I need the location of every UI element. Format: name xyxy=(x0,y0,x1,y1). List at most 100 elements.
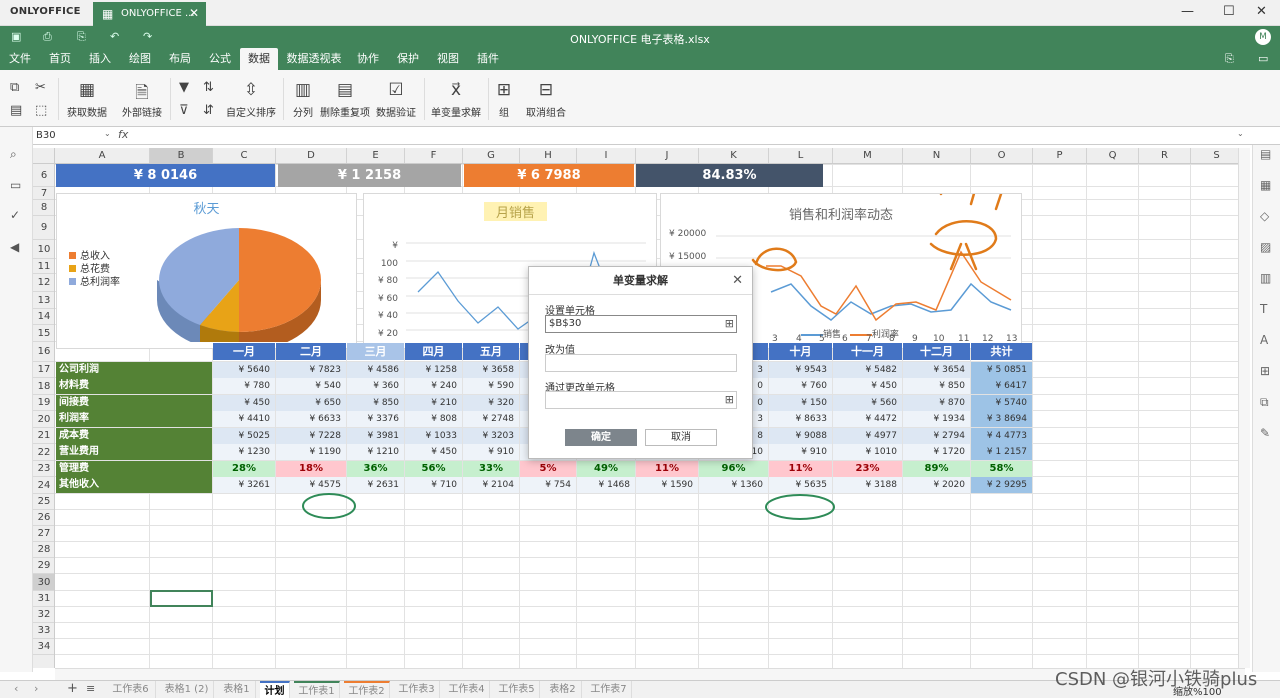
menu-pivot[interactable]: 数据透视表 xyxy=(284,48,344,70)
selected-cell[interactable] xyxy=(150,590,213,607)
table-cell[interactable]: ¥ 1230 xyxy=(213,444,275,460)
cut-icon[interactable]: ✂ xyxy=(35,80,46,95)
table-cell[interactable]: ¥ 1934 xyxy=(903,411,970,427)
menu-formula[interactable]: 公式 xyxy=(204,48,236,70)
maximize-icon[interactable]: ☐ xyxy=(1223,4,1235,19)
month-header[interactable]: 二月 xyxy=(276,343,346,360)
table-cell[interactable]: ¥ 808 xyxy=(405,411,462,427)
add-sheet-icon[interactable]: + xyxy=(67,681,78,696)
table-cell[interactable]: ¥ 780 xyxy=(213,378,275,394)
column-header-f[interactable]: F xyxy=(405,148,463,163)
row-header-9[interactable]: 9 xyxy=(33,216,54,240)
table-cell[interactable]: ¥ 150 xyxy=(769,395,832,411)
minimize-icon[interactable]: — xyxy=(1181,4,1194,19)
table-cell[interactable]: ¥ 1468 xyxy=(577,477,635,493)
table-cell[interactable]: ¥ 4977 xyxy=(833,428,902,444)
comments-icon[interactable]: ▭ xyxy=(10,178,21,192)
month-header[interactable]: 三月 xyxy=(347,343,404,360)
next-sheet-icon[interactable]: › xyxy=(34,682,38,695)
sheet-tab[interactable]: 工作表6 xyxy=(106,681,156,698)
column-header-a[interactable]: A xyxy=(55,148,150,163)
row-header-8[interactable]: 8 xyxy=(33,200,54,216)
row-header-25[interactable]: 25 xyxy=(33,494,54,510)
feedback-icon[interactable]: ◀ xyxy=(10,240,19,254)
table-cell[interactable]: ¥ 6633 xyxy=(276,411,346,427)
close-icon[interactable]: ✕ xyxy=(732,273,743,288)
table-cell[interactable]: ¥ 560 xyxy=(833,395,902,411)
table-cell[interactable]: ¥ 4472 xyxy=(833,411,902,427)
sheet-tab[interactable]: 工作表5 xyxy=(494,681,540,698)
table-cell[interactable]: ¥ 4586 xyxy=(347,362,404,378)
month-header[interactable]: 共计 xyxy=(971,343,1032,360)
table-cell[interactable]: ¥ 1210 xyxy=(347,444,404,460)
table-cell[interactable]: ¥ 760 xyxy=(769,378,832,394)
name-box[interactable]: B30 xyxy=(33,128,113,144)
name-box-chevron-icon[interactable]: ⌄ xyxy=(104,129,111,138)
month-header[interactable]: 十二月 xyxy=(903,343,970,360)
column-header-q[interactable]: Q xyxy=(1087,148,1139,163)
row-header-13[interactable]: 13 xyxy=(33,292,54,309)
sort-asc-icon[interactable]: ⇅ xyxy=(203,80,214,95)
table-cell[interactable]: ¥ 710 xyxy=(405,477,462,493)
sheet-tab[interactable]: 计划 xyxy=(260,681,290,698)
table-cell[interactable]: ¥ 5 0851 xyxy=(971,362,1032,378)
table-settings-icon[interactable]: ▦ xyxy=(1260,178,1271,192)
month-header[interactable]: 五月 xyxy=(463,343,519,360)
sheet-tab[interactable]: 工作表1 xyxy=(294,681,340,698)
sheet-tab[interactable]: 表格1 xyxy=(218,681,256,698)
column-header-r[interactable]: R xyxy=(1139,148,1191,163)
table-cell[interactable]: 89% xyxy=(903,461,970,477)
paste-icon[interactable]: ▤ xyxy=(10,103,22,118)
row-label[interactable]: 营业费用 xyxy=(56,444,212,460)
table-cell[interactable]: ¥ 1720 xyxy=(903,444,970,460)
month-header[interactable]: 一月 xyxy=(213,343,275,360)
pivot-settings-icon[interactable]: ⊞ xyxy=(1260,364,1270,378)
row-header-10[interactable]: 10 xyxy=(33,240,54,259)
image-settings-icon[interactable]: ▨ xyxy=(1260,240,1271,254)
table-cell[interactable]: ¥ 540 xyxy=(276,378,346,394)
column-header-m[interactable]: M xyxy=(833,148,903,163)
split-button[interactable]: ▥ 分列 xyxy=(290,70,316,127)
prev-sheet-icon[interactable]: ‹ xyxy=(14,682,18,695)
table-cell[interactable]: ¥ 1010 xyxy=(833,444,902,460)
column-header-g[interactable]: G xyxy=(463,148,520,163)
row-header-27[interactable]: 27 xyxy=(33,526,54,542)
row-label[interactable]: 成本费 xyxy=(56,428,212,444)
by-changing-input[interactable]: ⊞ xyxy=(545,391,737,409)
signature-settings-icon[interactable]: ✎ xyxy=(1260,426,1270,440)
slicer-settings-icon[interactable]: ⧉ xyxy=(1260,395,1269,410)
set-cell-input[interactable]: $B$30 ⊞ xyxy=(545,315,737,333)
table-cell[interactable]: 56% xyxy=(405,461,462,477)
expand-formula-icon[interactable]: ⌄ xyxy=(1237,129,1244,138)
table-cell[interactable]: ¥ 5635 xyxy=(769,477,832,493)
row-header-31[interactable]: 31 xyxy=(33,591,54,607)
row-header-15[interactable]: 15 xyxy=(33,325,54,342)
menu-plugins[interactable]: 插件 xyxy=(472,48,504,70)
column-header-s[interactable]: S xyxy=(1191,148,1243,163)
menu-file[interactable]: 文件 xyxy=(4,48,36,70)
function-icon[interactable]: fx xyxy=(118,128,128,141)
row-header-26[interactable]: 26 xyxy=(33,510,54,526)
table-cell[interactable]: ¥ 2631 xyxy=(347,477,404,493)
row-header-21[interactable]: 21 xyxy=(33,428,54,444)
select-all-corner[interactable] xyxy=(33,148,55,164)
row-header-7[interactable]: 7 xyxy=(33,187,54,200)
table-cell[interactable]: ¥ 590 xyxy=(463,378,519,394)
row-header-33[interactable]: 33 xyxy=(33,623,54,639)
table-cell[interactable]: ¥ 210 xyxy=(405,395,462,411)
table-cell[interactable]: ¥ 3 8694 xyxy=(971,411,1032,427)
table-cell[interactable]: ¥ 9543 xyxy=(769,362,832,378)
table-cell[interactable]: 49% xyxy=(577,461,635,477)
table-cell[interactable]: ¥ 320 xyxy=(463,395,519,411)
user-avatar[interactable]: M xyxy=(1255,29,1271,45)
table-cell[interactable]: ¥ 910 xyxy=(769,444,832,460)
menu-layout[interactable]: 布局 xyxy=(164,48,196,70)
month-header[interactable]: 四月 xyxy=(405,343,462,360)
row-header-14[interactable]: 14 xyxy=(33,309,54,325)
sort-desc-icon[interactable]: ⇵ xyxy=(203,103,214,118)
table-cell[interactable]: 11% xyxy=(636,461,698,477)
table-cell[interactable]: ¥ 1258 xyxy=(405,362,462,378)
row-header-24[interactable]: 24 xyxy=(33,477,54,494)
row-label[interactable]: 公司利润 xyxy=(56,362,212,378)
table-cell[interactable]: ¥ 450 xyxy=(405,444,462,460)
